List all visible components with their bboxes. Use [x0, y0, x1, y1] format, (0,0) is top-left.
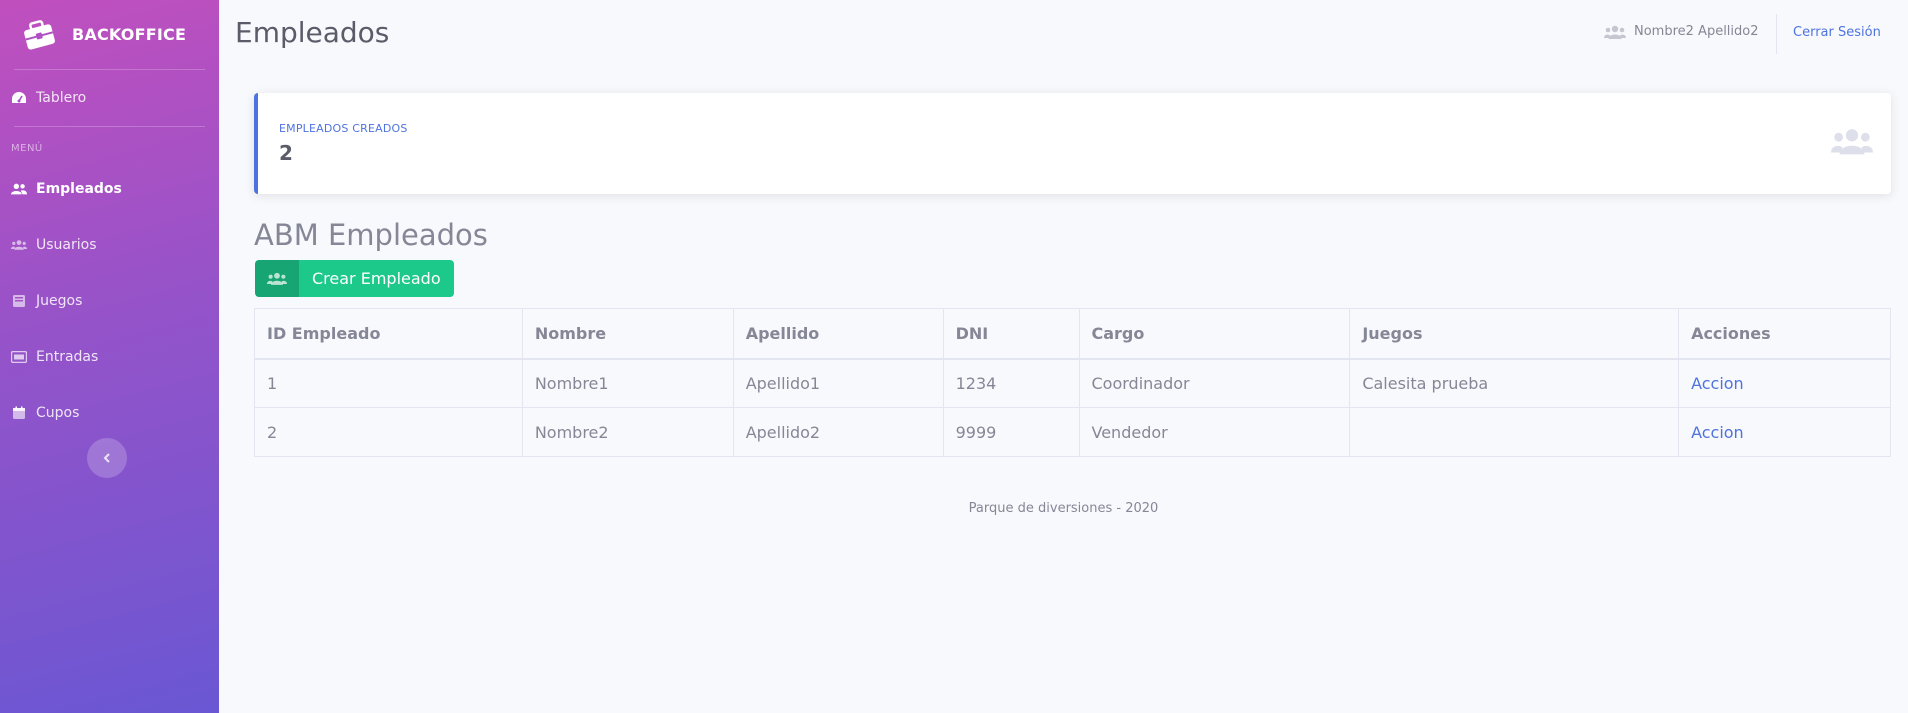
- sidebar-item-label: Usuarios: [36, 237, 97, 253]
- cell-apellido: Apellido1: [732, 358, 944, 408]
- action-link[interactable]: Accion: [1691, 374, 1744, 393]
- column-header-apellido: Apellido: [732, 308, 944, 360]
- sidebar-item-label: Juegos: [36, 293, 83, 309]
- users-icon: [11, 181, 27, 197]
- briefcase-icon: [22, 18, 56, 52]
- cell-acciones: Accion: [1678, 407, 1891, 457]
- create-employee-button[interactable]: Crear Empleado: [255, 260, 454, 297]
- column-header-dni: DNI: [942, 308, 1080, 360]
- column-header-nombre: Nombre: [521, 308, 734, 360]
- cell-nombre: Nombre1: [521, 358, 734, 408]
- sidebar-item-cupos[interactable]: Cupos: [0, 385, 219, 441]
- column-header-cargo: Cargo: [1078, 308, 1351, 360]
- cell-apellido: Apellido2: [732, 407, 944, 457]
- stat-card-empleados: EMPLEADOS CREADOS 2: [254, 93, 1891, 194]
- cell-juegos: [1349, 407, 1680, 457]
- sidebar-item-entradas[interactable]: Entradas: [0, 329, 219, 385]
- user-menu[interactable]: Nombre2 Apellido2: [1604, 24, 1759, 39]
- sidebar-item-label: Tablero: [36, 90, 87, 106]
- footer-text: Parque de diversiones - 2020: [968, 501, 1159, 516]
- sidebar-item-usuarios[interactable]: Usuarios: [0, 217, 219, 273]
- sidebar-item-label: Empleados: [36, 181, 122, 197]
- cell-juegos: Calesita prueba: [1349, 358, 1680, 408]
- brand-name: BACKOFFICE: [72, 25, 187, 44]
- sidebar: BACKOFFICE Tablero MENÚ Empleados Usuari…: [0, 0, 219, 713]
- cell-nombre: Nombre2: [521, 407, 734, 457]
- sidebar-item-juegos[interactable]: Juegos: [0, 273, 219, 329]
- topbar-divider: [1776, 14, 1777, 54]
- sidebar-item-empleados[interactable]: Empleados: [0, 161, 219, 217]
- sidebar-item-label: Entradas: [36, 349, 99, 365]
- cell-acciones: Accion: [1678, 358, 1891, 408]
- tachometer-icon: [11, 90, 27, 106]
- employees-table: ID Empleado Nombre Apellido DNI Cargo Ju…: [254, 308, 1891, 457]
- section-title: ABM Empleados: [254, 218, 488, 252]
- sidebar-toggle-button[interactable]: [87, 438, 127, 478]
- sidebar-item-label: Cupos: [36, 405, 80, 421]
- ticket-icon: [11, 349, 27, 365]
- users-cog-icon: [11, 237, 27, 253]
- sidebar-divider: [14, 126, 205, 127]
- column-header-juegos: Juegos: [1349, 308, 1680, 360]
- cell-dni: 1234: [942, 358, 1080, 408]
- sidebar-item-tablero[interactable]: Tablero: [0, 70, 219, 126]
- users-icon: [255, 260, 299, 297]
- sidebar-heading: MENÚ: [11, 143, 43, 154]
- logout-link[interactable]: Cerrar Sesión: [1793, 25, 1881, 40]
- table-row: 1 Nombre1 Apellido1 1234 Coordinador Cal…: [254, 358, 1891, 408]
- action-link[interactable]: Accion: [1691, 423, 1744, 442]
- stat-card-label: EMPLEADOS CREADOS: [279, 122, 408, 135]
- column-header-acciones: Acciones: [1678, 308, 1891, 360]
- cell-cargo: Coordinador: [1078, 358, 1351, 408]
- table-header-row: ID Empleado Nombre Apellido DNI Cargo Ju…: [254, 308, 1891, 360]
- calendar-icon: [11, 405, 27, 421]
- create-employee-label: Crear Empleado: [299, 260, 454, 297]
- cell-dni: 9999: [942, 407, 1080, 457]
- cell-id: 1: [254, 358, 523, 408]
- cell-id: 2: [254, 407, 523, 457]
- cell-cargo: Vendedor: [1078, 407, 1351, 457]
- book-icon: [11, 293, 27, 309]
- users-icon: [1604, 25, 1626, 39]
- table-row: 2 Nombre2 Apellido2 9999 Vendedor Accion: [254, 407, 1891, 457]
- page-title: Empleados: [235, 16, 390, 49]
- chevron-left-icon: [102, 449, 112, 468]
- stat-card-value: 2: [279, 141, 293, 165]
- user-name: Nombre2 Apellido2: [1634, 24, 1759, 39]
- users-icon: [1831, 126, 1873, 160]
- brand[interactable]: BACKOFFICE: [0, 0, 219, 69]
- column-header-id: ID Empleado: [254, 308, 523, 360]
